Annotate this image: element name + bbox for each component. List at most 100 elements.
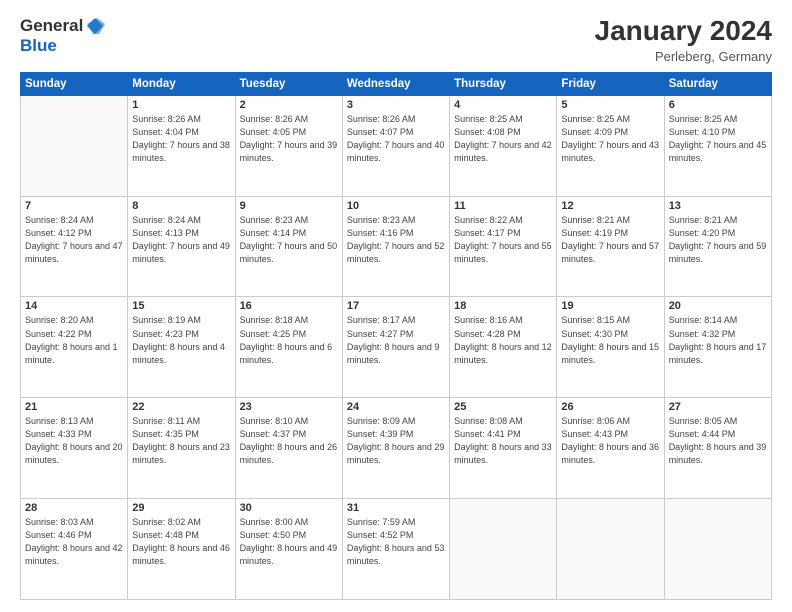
day-info: Sunrise: 8:18 AMSunset: 4:25 PMDaylight:… bbox=[240, 314, 338, 366]
logo-blue: Blue bbox=[20, 36, 57, 55]
day-number: 27 bbox=[669, 401, 767, 413]
day-number: 28 bbox=[25, 502, 123, 514]
table-row: 18 Sunrise: 8:16 AMSunset: 4:28 PMDayligh… bbox=[450, 297, 557, 398]
table-row: 29 Sunrise: 8:02 AMSunset: 4:48 PMDayligh… bbox=[128, 499, 235, 600]
table-row: 26Sunrise: 8:06 AMSunset: 4:43 PMDayligh… bbox=[557, 398, 664, 499]
day-info: Sunrise: 8:25 AMSunset: 4:09 PMDaylight:… bbox=[561, 113, 659, 165]
table-row: 25 Sunrise: 8:08 AMSunset: 4:41 PMDayligh… bbox=[450, 398, 557, 499]
day-number: 1 bbox=[132, 99, 230, 111]
day-info: Sunrise: 8:02 AMSunset: 4:48 PMDaylight:… bbox=[132, 516, 230, 568]
calendar-header-row: Sunday Monday Tuesday Wednesday Thursday… bbox=[21, 72, 772, 95]
table-row: 16 Sunrise: 8:18 AMSunset: 4:25 PMDayligh… bbox=[235, 297, 342, 398]
location: Perleberg, Germany bbox=[595, 49, 772, 64]
table-row: 8 Sunrise: 8:24 AMSunset: 4:13 PMDaylight… bbox=[128, 196, 235, 297]
day-number: 9 bbox=[240, 200, 338, 212]
day-number: 23 bbox=[240, 401, 338, 413]
calendar-week-row: 14 Sunrise: 8:20 AMSunset: 4:22 PMDayligh… bbox=[21, 297, 772, 398]
day-number: 13 bbox=[669, 200, 767, 212]
day-info: Sunrise: 8:05 AMSunset: 4:44 PMDaylight:… bbox=[669, 415, 767, 467]
day-info: Sunrise: 8:09 AMSunset: 4:39 PMDaylight:… bbox=[347, 415, 445, 467]
table-row: 10 Sunrise: 8:23 AMSunset: 4:16 PMDayligh… bbox=[342, 196, 449, 297]
table-row: 21 Sunrise: 8:13 AMSunset: 4:33 PMDayligh… bbox=[21, 398, 128, 499]
col-friday: Friday bbox=[557, 72, 664, 95]
title-block: January 2024 Perleberg, Germany bbox=[595, 16, 772, 64]
day-number: 14 bbox=[25, 300, 123, 312]
table-row: 19Sunrise: 8:15 AMSunset: 4:30 PMDayligh… bbox=[557, 297, 664, 398]
calendar-page: General Blue January 2024 Perleberg, Ger… bbox=[0, 0, 792, 612]
day-number: 5 bbox=[561, 99, 659, 111]
table-row: 5 Sunrise: 8:25 AMSunset: 4:09 PMDaylight… bbox=[557, 95, 664, 196]
day-info: Sunrise: 8:16 AMSunset: 4:28 PMDaylight:… bbox=[454, 314, 552, 366]
table-row: 1 Sunrise: 8:26 AMSunset: 4:04 PMDaylight… bbox=[128, 95, 235, 196]
table-row: 2Sunrise: 8:26 AMSunset: 4:05 PMDaylight… bbox=[235, 95, 342, 196]
day-info: Sunrise: 8:24 AMSunset: 4:12 PMDaylight:… bbox=[25, 214, 123, 266]
col-wednesday: Wednesday bbox=[342, 72, 449, 95]
day-info: Sunrise: 8:24 AMSunset: 4:13 PMDaylight:… bbox=[132, 214, 230, 266]
day-number: 7 bbox=[25, 200, 123, 212]
table-row: 23 Sunrise: 8:10 AMSunset: 4:37 PMDayligh… bbox=[235, 398, 342, 499]
day-number: 21 bbox=[25, 401, 123, 413]
day-number: 29 bbox=[132, 502, 230, 514]
table-row: 7 Sunrise: 8:24 AMSunset: 4:12 PMDaylight… bbox=[21, 196, 128, 297]
day-number: 20 bbox=[669, 300, 767, 312]
day-number: 18 bbox=[454, 300, 552, 312]
day-number: 30 bbox=[240, 502, 338, 514]
day-number: 11 bbox=[454, 200, 552, 212]
day-info: Sunrise: 8:23 AMSunset: 4:16 PMDaylight:… bbox=[347, 214, 445, 266]
table-row: 28 Sunrise: 8:03 AMSunset: 4:46 PMDayligh… bbox=[21, 499, 128, 600]
calendar-table: Sunday Monday Tuesday Wednesday Thursday… bbox=[20, 72, 772, 600]
day-number: 25 bbox=[454, 401, 552, 413]
day-number: 19 bbox=[561, 300, 659, 312]
day-info: Sunrise: 8:11 AMSunset: 4:35 PMDaylight:… bbox=[132, 415, 230, 467]
day-number: 24 bbox=[347, 401, 445, 413]
col-monday: Monday bbox=[128, 72, 235, 95]
day-info: Sunrise: 8:13 AMSunset: 4:33 PMDaylight:… bbox=[25, 415, 123, 467]
day-info: Sunrise: 8:17 AMSunset: 4:27 PMDaylight:… bbox=[347, 314, 445, 366]
day-info: Sunrise: 7:59 AMSunset: 4:52 PMDaylight:… bbox=[347, 516, 445, 568]
day-number: 4 bbox=[454, 99, 552, 111]
header: General Blue January 2024 Perleberg, Ger… bbox=[20, 16, 772, 64]
day-number: 16 bbox=[240, 300, 338, 312]
table-row: 24 Sunrise: 8:09 AMSunset: 4:39 PMDayligh… bbox=[342, 398, 449, 499]
table-row: 27 Sunrise: 8:05 AMSunset: 4:44 PMDayligh… bbox=[664, 398, 771, 499]
table-row: 20 Sunrise: 8:14 AMSunset: 4:32 PMDayligh… bbox=[664, 297, 771, 398]
day-number: 26 bbox=[561, 401, 659, 413]
day-info: Sunrise: 8:14 AMSunset: 4:32 PMDaylight:… bbox=[669, 314, 767, 366]
day-number: 8 bbox=[132, 200, 230, 212]
col-tuesday: Tuesday bbox=[235, 72, 342, 95]
calendar-week-row: 1 Sunrise: 8:26 AMSunset: 4:04 PMDaylight… bbox=[21, 95, 772, 196]
calendar-week-row: 7 Sunrise: 8:24 AMSunset: 4:12 PMDaylight… bbox=[21, 196, 772, 297]
col-sunday: Sunday bbox=[21, 72, 128, 95]
day-info: Sunrise: 8:20 AMSunset: 4:22 PMDaylight:… bbox=[25, 314, 123, 366]
table-row: 11Sunrise: 8:22 AMSunset: 4:17 PMDayligh… bbox=[450, 196, 557, 297]
day-info: Sunrise: 8:21 AMSunset: 4:19 PMDaylight:… bbox=[561, 214, 659, 266]
day-info: Sunrise: 8:03 AMSunset: 4:46 PMDaylight:… bbox=[25, 516, 123, 568]
logo-icon bbox=[85, 16, 105, 36]
table-row: 17Sunrise: 8:17 AMSunset: 4:27 PMDayligh… bbox=[342, 297, 449, 398]
day-number: 22 bbox=[132, 401, 230, 413]
table-row: 30 Sunrise: 8:00 AMSunset: 4:50 PMDayligh… bbox=[235, 499, 342, 600]
day-info: Sunrise: 8:08 AMSunset: 4:41 PMDaylight:… bbox=[454, 415, 552, 467]
day-info: Sunrise: 8:26 AMSunset: 4:04 PMDaylight:… bbox=[132, 113, 230, 165]
table-row: 22 Sunrise: 8:11 AMSunset: 4:35 PMDayligh… bbox=[128, 398, 235, 499]
day-info: Sunrise: 8:26 AMSunset: 4:07 PMDaylight:… bbox=[347, 113, 445, 165]
table-row: 14 Sunrise: 8:20 AMSunset: 4:22 PMDayligh… bbox=[21, 297, 128, 398]
col-thursday: Thursday bbox=[450, 72, 557, 95]
calendar-week-row: 21 Sunrise: 8:13 AMSunset: 4:33 PMDayligh… bbox=[21, 398, 772, 499]
day-info: Sunrise: 8:10 AMSunset: 4:37 PMDaylight:… bbox=[240, 415, 338, 467]
day-info: Sunrise: 8:25 AMSunset: 4:10 PMDaylight:… bbox=[669, 113, 767, 165]
table-row bbox=[450, 499, 557, 600]
day-info: Sunrise: 8:00 AMSunset: 4:50 PMDaylight:… bbox=[240, 516, 338, 568]
table-row: 9 Sunrise: 8:23 AMSunset: 4:14 PMDaylight… bbox=[235, 196, 342, 297]
table-row: 13 Sunrise: 8:21 AMSunset: 4:20 PMDayligh… bbox=[664, 196, 771, 297]
table-row: 12Sunrise: 8:21 AMSunset: 4:19 PMDayligh… bbox=[557, 196, 664, 297]
table-row bbox=[557, 499, 664, 600]
day-info: Sunrise: 8:23 AMSunset: 4:14 PMDaylight:… bbox=[240, 214, 338, 266]
day-number: 31 bbox=[347, 502, 445, 514]
logo: General Blue bbox=[20, 16, 105, 56]
day-number: 10 bbox=[347, 200, 445, 212]
table-row bbox=[664, 499, 771, 600]
table-row: 3Sunrise: 8:26 AMSunset: 4:07 PMDaylight… bbox=[342, 95, 449, 196]
table-row: 31 Sunrise: 7:59 AMSunset: 4:52 PMDayligh… bbox=[342, 499, 449, 600]
day-info: Sunrise: 8:21 AMSunset: 4:20 PMDaylight:… bbox=[669, 214, 767, 266]
